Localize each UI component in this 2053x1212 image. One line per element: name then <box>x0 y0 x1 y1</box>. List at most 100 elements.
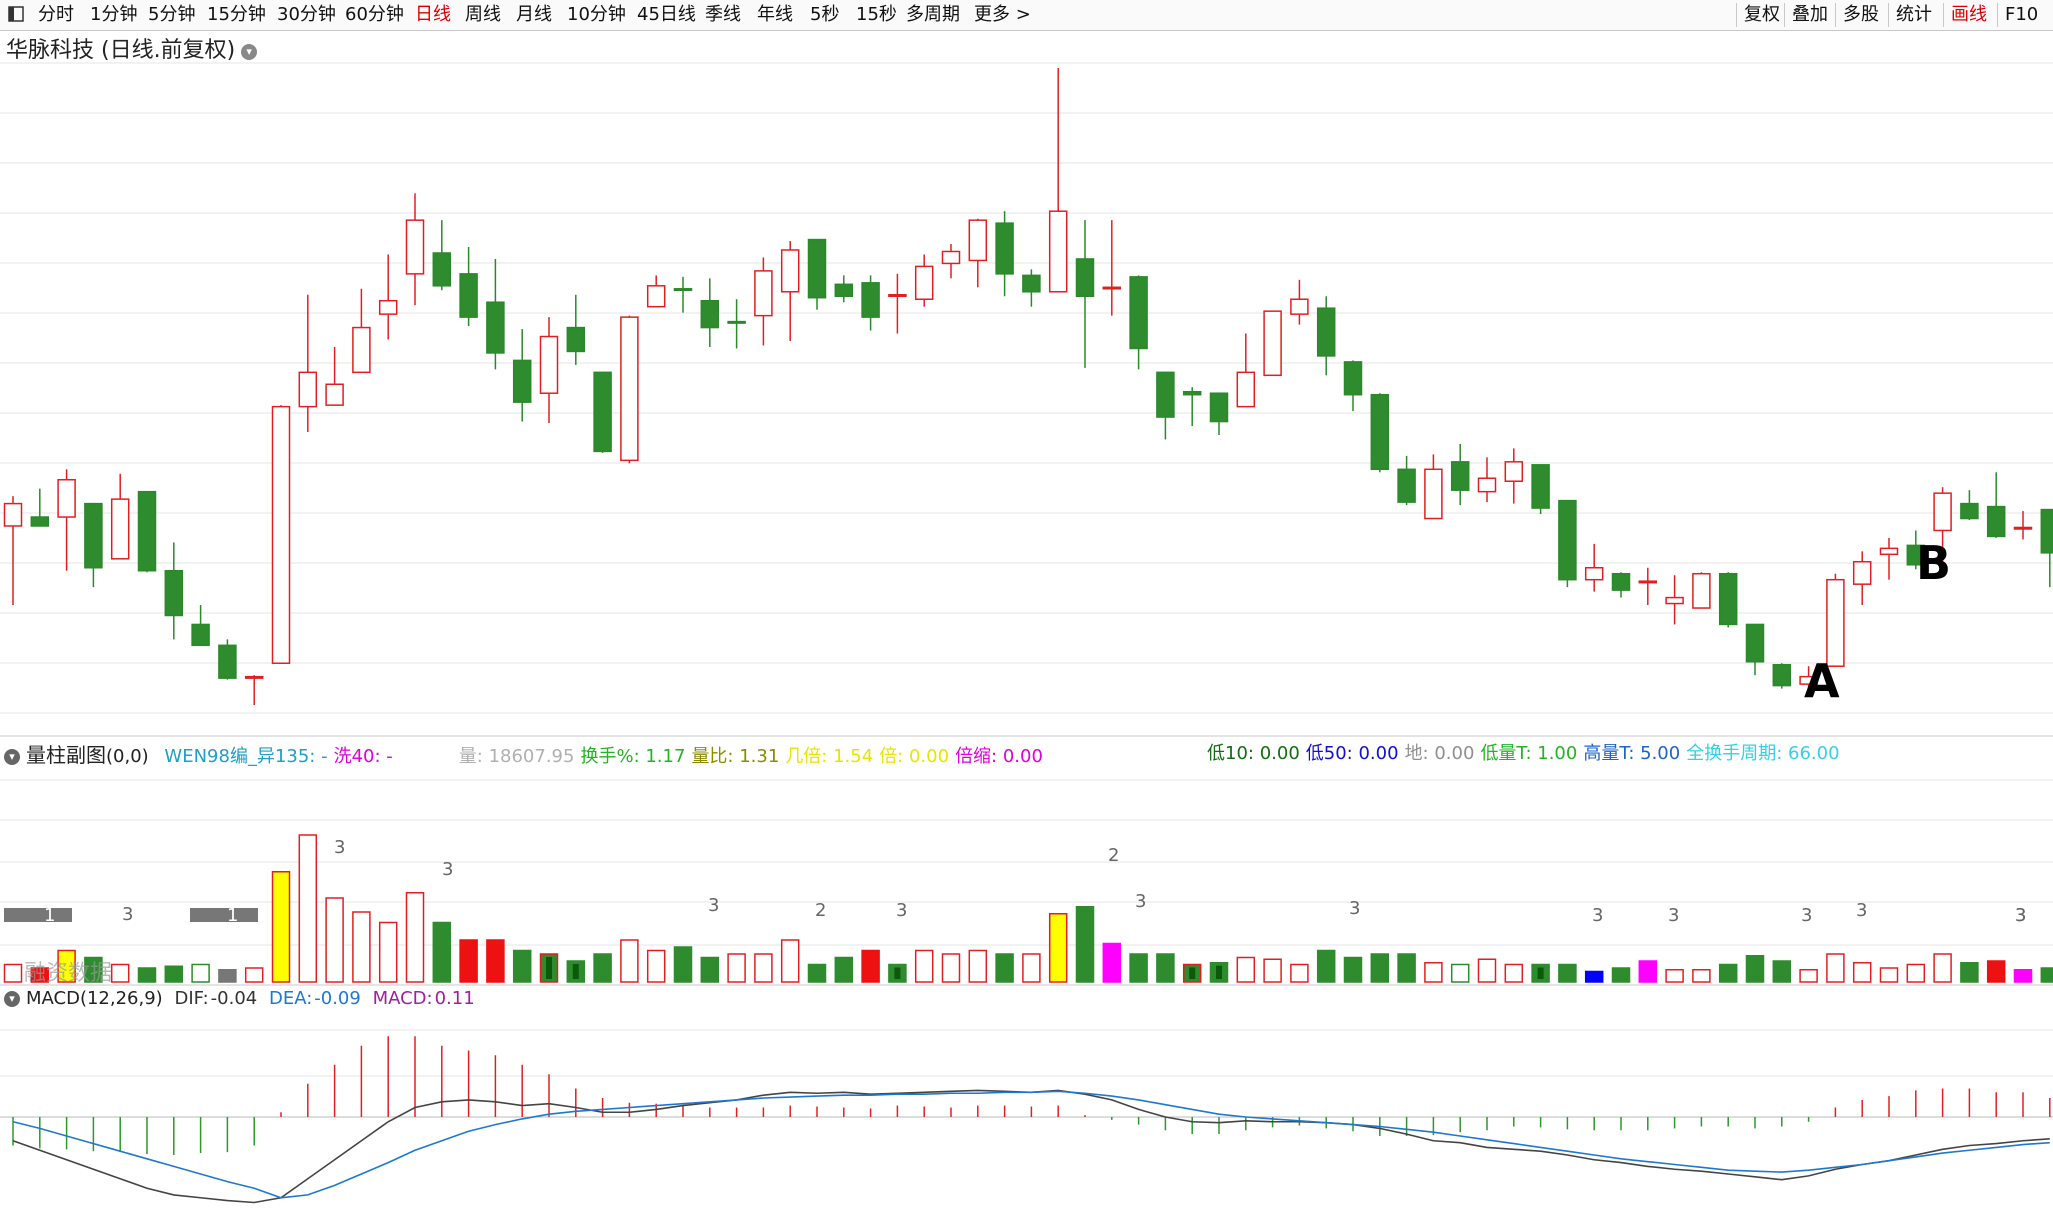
volume-bar <box>941 953 961 983</box>
candle-body <box>2013 526 2033 530</box>
volume-indicator-b-2: 地: 0.00 <box>1404 743 1475 764</box>
candle-body <box>1022 274 1041 293</box>
volume-indicator-4: 量比: 1.31 <box>691 746 780 767</box>
candle-body <box>1692 572 1711 609</box>
macd-name: MACD(12,26,9) <box>26 988 163 1009</box>
volume-bar <box>1960 962 1979 983</box>
volume-bar <box>727 953 746 983</box>
volume-bar <box>995 953 1014 983</box>
volume-bar <box>1316 949 1336 983</box>
candle-body <box>1718 572 1738 626</box>
volume-bar <box>110 963 130 983</box>
volume-panel-params: (0,0) <box>106 746 149 767</box>
volume-bar <box>914 949 934 983</box>
candle-body <box>1156 371 1175 418</box>
candle-body <box>1450 461 1470 491</box>
volume-indicator-7: 倍缩: 0.00 <box>955 746 1043 767</box>
volume-bar <box>834 956 854 983</box>
volume-bar <box>1745 955 1765 983</box>
annotation-b: B <box>1916 536 1952 590</box>
volume-bar <box>780 939 800 983</box>
candle-body <box>405 219 425 275</box>
volume-marker-label: 3 <box>122 904 133 925</box>
volume-marker-block <box>4 908 72 922</box>
volume-bar <box>1477 958 1497 983</box>
candle-body <box>1048 210 1068 293</box>
volume-bar <box>271 871 291 983</box>
macd-dif-label: DIF: <box>174 988 209 1009</box>
candle-body <box>968 219 988 262</box>
candle-body <box>1852 561 1872 585</box>
volume-bar <box>244 967 264 983</box>
volume-marker-label: 3 <box>1801 905 1812 926</box>
candle-body <box>110 498 130 560</box>
volume-bar <box>1826 953 1845 983</box>
chevron-down-icon[interactable]: ▾ <box>4 749 20 765</box>
volume-bar-inner <box>1189 967 1196 979</box>
volume-bar <box>459 939 478 983</box>
volume-bar <box>1986 960 2006 983</box>
volume-bar <box>700 956 720 983</box>
volume-bar <box>1343 956 1363 983</box>
candle-body <box>1477 477 1497 493</box>
candle-body <box>1182 390 1202 396</box>
volume-bar <box>1450 963 1470 983</box>
chevron-down-icon[interactable]: ▾ <box>4 991 20 1007</box>
volume-bar <box>325 897 344 983</box>
candle-body <box>888 294 907 298</box>
overlap-text: 融资数据 <box>24 961 112 986</box>
volume-bar <box>646 949 666 983</box>
volume-bar <box>807 963 827 983</box>
volume-bar <box>432 921 452 983</box>
volume-bar <box>2013 969 2033 983</box>
volume-bar <box>1236 956 1256 983</box>
volume-indicator-b-0: 低10: 0.00 <box>1207 743 1300 764</box>
volume-bar-inner <box>1537 967 1544 979</box>
volume-bar <box>1263 958 1282 983</box>
volume-bar <box>968 949 988 983</box>
volume-bar <box>2040 967 2053 983</box>
volume-indicator-b-3: 低量T: 1.00 <box>1480 743 1578 764</box>
volume-indicator-5: 几倍: 1.54 <box>785 746 874 767</box>
candle-body <box>1986 505 2006 538</box>
candle-body <box>3 502 23 527</box>
candle-body <box>378 299 398 315</box>
volume-bar <box>1692 969 1711 983</box>
volume-bar <box>1638 960 1658 983</box>
macd-dea-value: -0.09 <box>314 988 361 1009</box>
volume-marker-label: 3 <box>1592 905 1603 926</box>
candle-body <box>1236 371 1256 408</box>
volume-panel-header: ▾ 量柱副图(0,0) WEN98编_异135: - 洗40: - 量: 18607.… <box>4 739 1055 768</box>
candle-body <box>1129 276 1148 350</box>
candle-body <box>137 490 157 572</box>
volume-indicator-b-5: 全换手周期: 66.00 <box>1686 743 1840 764</box>
volume-bar <box>1504 963 1524 983</box>
candle-body <box>2040 508 2053 554</box>
candle-body <box>1665 596 1684 605</box>
candle-body <box>646 285 666 308</box>
volume-bar <box>1665 969 1684 983</box>
chart-canvas: 1 3 1333 2 323 3 3 3 3 3 33融资数据 <box>0 62 2053 1204</box>
volume-bar <box>1933 953 1952 983</box>
candle-body <box>459 273 478 318</box>
candle-body <box>1263 310 1282 377</box>
candle-body <box>1879 547 1899 556</box>
volume-bar <box>1102 942 1122 983</box>
candle-body <box>727 320 746 324</box>
volume-bar <box>1852 962 1872 983</box>
candle-body <box>700 299 720 329</box>
volume-bar <box>512 949 532 983</box>
candle-body <box>673 288 693 292</box>
volume-bar <box>1129 953 1148 983</box>
candle-body <box>1343 361 1363 396</box>
volume-marker-label: 3 <box>334 837 345 858</box>
volume-marker-label: 2 <box>1108 845 1119 866</box>
volume-marker-label: 1 <box>44 905 55 926</box>
candle-body <box>84 502 103 569</box>
volume-marker-label: 1 <box>227 905 238 926</box>
candle-body <box>807 238 827 299</box>
volume-bar <box>1558 963 1577 983</box>
candle-body <box>754 270 773 317</box>
volume-marker-label: 3 <box>1856 900 1867 921</box>
candle-body <box>1558 499 1577 581</box>
